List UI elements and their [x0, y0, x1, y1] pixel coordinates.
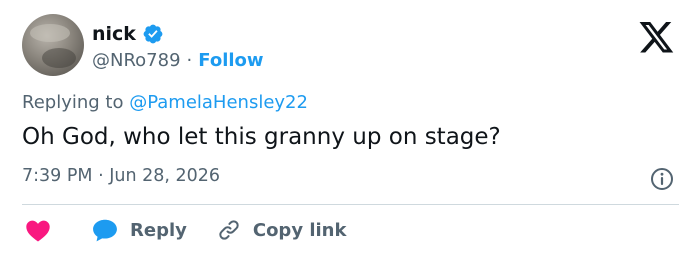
replying-to-prefix: Replying to	[22, 92, 124, 113]
link-icon	[219, 220, 239, 240]
heart-icon	[26, 220, 50, 242]
copy-link-button[interactable]: Copy link	[187, 218, 347, 242]
replying-to-mention[interactable]: @PamelaHensley22	[129, 92, 308, 113]
avatar[interactable]	[22, 14, 84, 76]
tweet-timestamp[interactable]: 7:39 PM · Jun 28, 2026	[22, 166, 220, 186]
author-handle-row: @NRo789 · Follow	[92, 48, 264, 72]
reply-button[interactable]: Reply	[51, 218, 187, 242]
reply-label: Reply	[130, 219, 187, 241]
divider	[22, 204, 679, 205]
author-name-row: nick	[92, 22, 164, 46]
action-bar: Reply Copy link	[22, 216, 346, 244]
separator-dot: ·	[186, 49, 193, 71]
author-display-name[interactable]: nick	[92, 23, 136, 45]
info-icon[interactable]	[650, 167, 674, 191]
avatar-texture	[30, 24, 70, 42]
follow-button[interactable]: Follow	[198, 50, 263, 71]
like-button[interactable]	[22, 218, 51, 242]
replying-to-line: Replying to @PamelaHensley22	[22, 92, 308, 113]
author-handle[interactable]: @NRo789	[92, 50, 181, 71]
verified-badge-icon	[143, 24, 163, 44]
copy-link-label: Copy link	[252, 219, 347, 241]
avatar-texture	[42, 48, 76, 68]
reply-bubble-icon	[93, 219, 117, 242]
x-logo-icon[interactable]	[639, 22, 675, 54]
tweet-text: Oh God, who let this granny up on stage?	[22, 124, 501, 150]
